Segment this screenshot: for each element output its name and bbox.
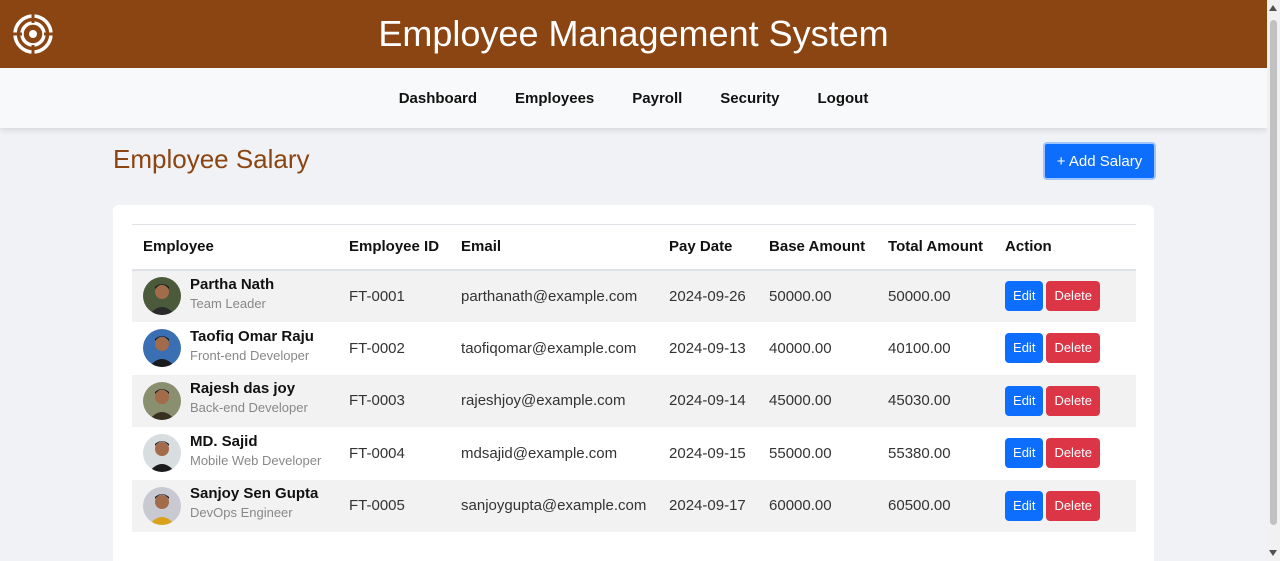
base-amount-cell: 60000.00 [758,479,878,533]
user-avatar-icon [143,486,181,525]
employee-role: Mobile Web Developer [190,452,322,468]
action-cell: Edit Delete [994,479,1136,533]
pay-date-cell: 2024-09-13 [658,322,759,375]
table-row: MD. Sajid Mobile Web Developer FT-0004 m… [132,427,1136,480]
add-salary-button[interactable]: + Add Salary [1043,142,1156,180]
employee-name: Rajesh das joy [190,380,296,398]
employee-cell: Rajesh das joy Back-end Developer [132,374,338,428]
employee-role: Back-end Developer [190,400,308,416]
target-logo-icon[interactable] [13,14,53,54]
table-row: Taofiq Omar Raju Front-end Developer FT-… [132,322,1136,375]
pay-date-cell: 2024-09-15 [658,427,759,480]
user-avatar-icon [143,434,181,473]
email-cell: mdsajid@example.com [450,427,659,480]
total-amount-cell: 60500.00 [877,479,995,533]
user-avatar-icon [143,381,181,420]
employee-cell: MD. Sajid Mobile Web Developer [132,427,338,480]
scroll-up-arrow-icon[interactable] [1269,5,1277,11]
app-header: Employee Management System [0,0,1267,68]
col-email: Email [450,224,659,271]
col-employee-id: Employee ID [338,224,451,271]
nav-security[interactable]: Security [720,90,779,107]
nav-logout[interactable]: Logout [818,90,869,107]
salary-table-card: Employee Employee ID Email Pay Date Base… [113,205,1154,561]
user-avatar-icon [143,329,181,368]
employee-role: Team Leader [190,295,266,311]
employee-name: Taofiq Omar Raju [190,327,314,345]
edit-button[interactable]: Edit [1005,281,1044,311]
employee-name: Sanjoy Sen Gupta [190,485,319,503]
total-amount-cell: 55380.00 [877,427,995,480]
nav-employees[interactable]: Employees [515,90,594,107]
page-scrollbar[interactable] [1267,0,1280,561]
email-cell: taofiqomar@example.com [450,322,659,375]
app-title: Employee Management System [378,13,889,54]
col-pay-date: Pay Date [658,224,759,271]
scroll-down-arrow-icon[interactable] [1269,550,1277,556]
base-amount-cell: 40000.00 [758,322,878,375]
edit-button[interactable]: Edit [1005,333,1044,364]
table-row: Sanjoy Sen Gupta DevOps Engineer FT-0005… [132,479,1136,533]
delete-button[interactable]: Delete [1046,490,1101,521]
employee-id-cell: FT-0005 [338,479,451,533]
employee-cell: Partha Nath Team Leader [132,269,338,323]
employee-cell: Sanjoy Sen Gupta DevOps Engineer [132,479,338,533]
employee-id-cell: FT-0002 [338,322,451,375]
delete-button[interactable]: Delete [1046,333,1101,364]
delete-button[interactable]: Delete [1046,281,1101,311]
pay-date-cell: 2024-09-26 [658,269,759,323]
edit-button[interactable]: Edit [1005,385,1044,416]
table-header-row: Employee Employee ID Email Pay Date Base… [132,224,1136,271]
employee-id-cell: FT-0001 [338,269,451,323]
col-employee: Employee [132,224,338,271]
employee-name: MD. Sajid [190,432,258,450]
action-cell: Edit Delete [994,322,1136,375]
pay-date-cell: 2024-09-17 [658,479,759,533]
nav-payroll[interactable]: Payroll [632,90,682,107]
page-title: Employee Salary [113,144,310,174]
total-amount-cell: 45030.00 [877,374,995,428]
email-cell: sanjoygupta@example.com [450,479,659,533]
edit-button[interactable]: Edit [1005,438,1044,469]
table-row: Rajesh das joy Back-end Developer FT-000… [132,374,1136,428]
delete-button[interactable]: Delete [1046,438,1101,469]
table-row: Partha Nath Team Leader FT-0001 parthana… [132,269,1136,323]
col-total-amount: Total Amount [877,224,995,271]
employee-role: DevOps Engineer [190,505,293,521]
main-nav: Dashboard Employees Payroll Security Log… [0,68,1267,128]
base-amount-cell: 55000.00 [758,427,878,480]
total-amount-cell: 50000.00 [877,269,995,323]
email-cell: rajeshjoy@example.com [450,374,659,428]
delete-button[interactable]: Delete [1046,385,1101,416]
action-cell: Edit Delete [994,374,1136,428]
base-amount-cell: 50000.00 [758,269,878,323]
employee-name: Partha Nath [190,275,275,293]
salary-table: Employee Employee ID Email Pay Date Base… [132,224,1136,533]
edit-button[interactable]: Edit [1005,490,1044,521]
action-cell: Edit Delete [994,269,1136,323]
employee-id-cell: FT-0003 [338,374,451,428]
col-base-amount: Base Amount [758,224,878,271]
pay-date-cell: 2024-09-14 [658,374,759,428]
user-avatar-icon [143,277,181,315]
scrollbar-thumb[interactable] [1270,20,1277,525]
employee-role: Front-end Developer [190,347,310,363]
action-cell: Edit Delete [994,427,1136,480]
total-amount-cell: 40100.00 [877,322,995,375]
base-amount-cell: 45000.00 [758,374,878,428]
employee-cell: Taofiq Omar Raju Front-end Developer [132,322,338,375]
email-cell: parthanath@example.com [450,269,659,323]
col-action: Action [994,224,1136,271]
employee-id-cell: FT-0004 [338,427,451,480]
nav-dashboard[interactable]: Dashboard [399,90,477,107]
